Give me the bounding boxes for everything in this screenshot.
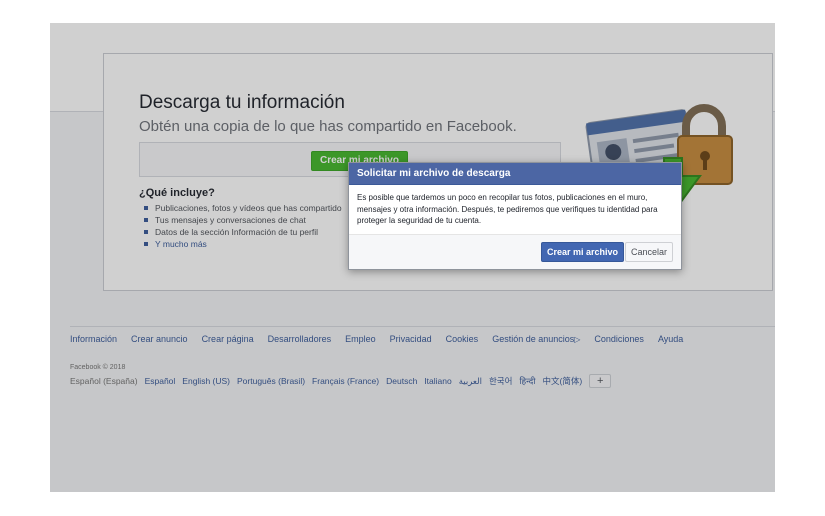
dialog-body: Es posible que tardemos un poco en recop… [357,193,658,225]
request-download-dialog: Solicitar mi archivo de descarga Es posi… [348,162,682,270]
dialog-footer: Crear mi archivo Cancelar [349,234,681,269]
dialog-title: Solicitar mi archivo de descarga [349,163,681,185]
confirm-create-archive-button[interactable]: Crear mi archivo [541,242,625,262]
cancel-button[interactable]: Cancelar [625,242,674,262]
